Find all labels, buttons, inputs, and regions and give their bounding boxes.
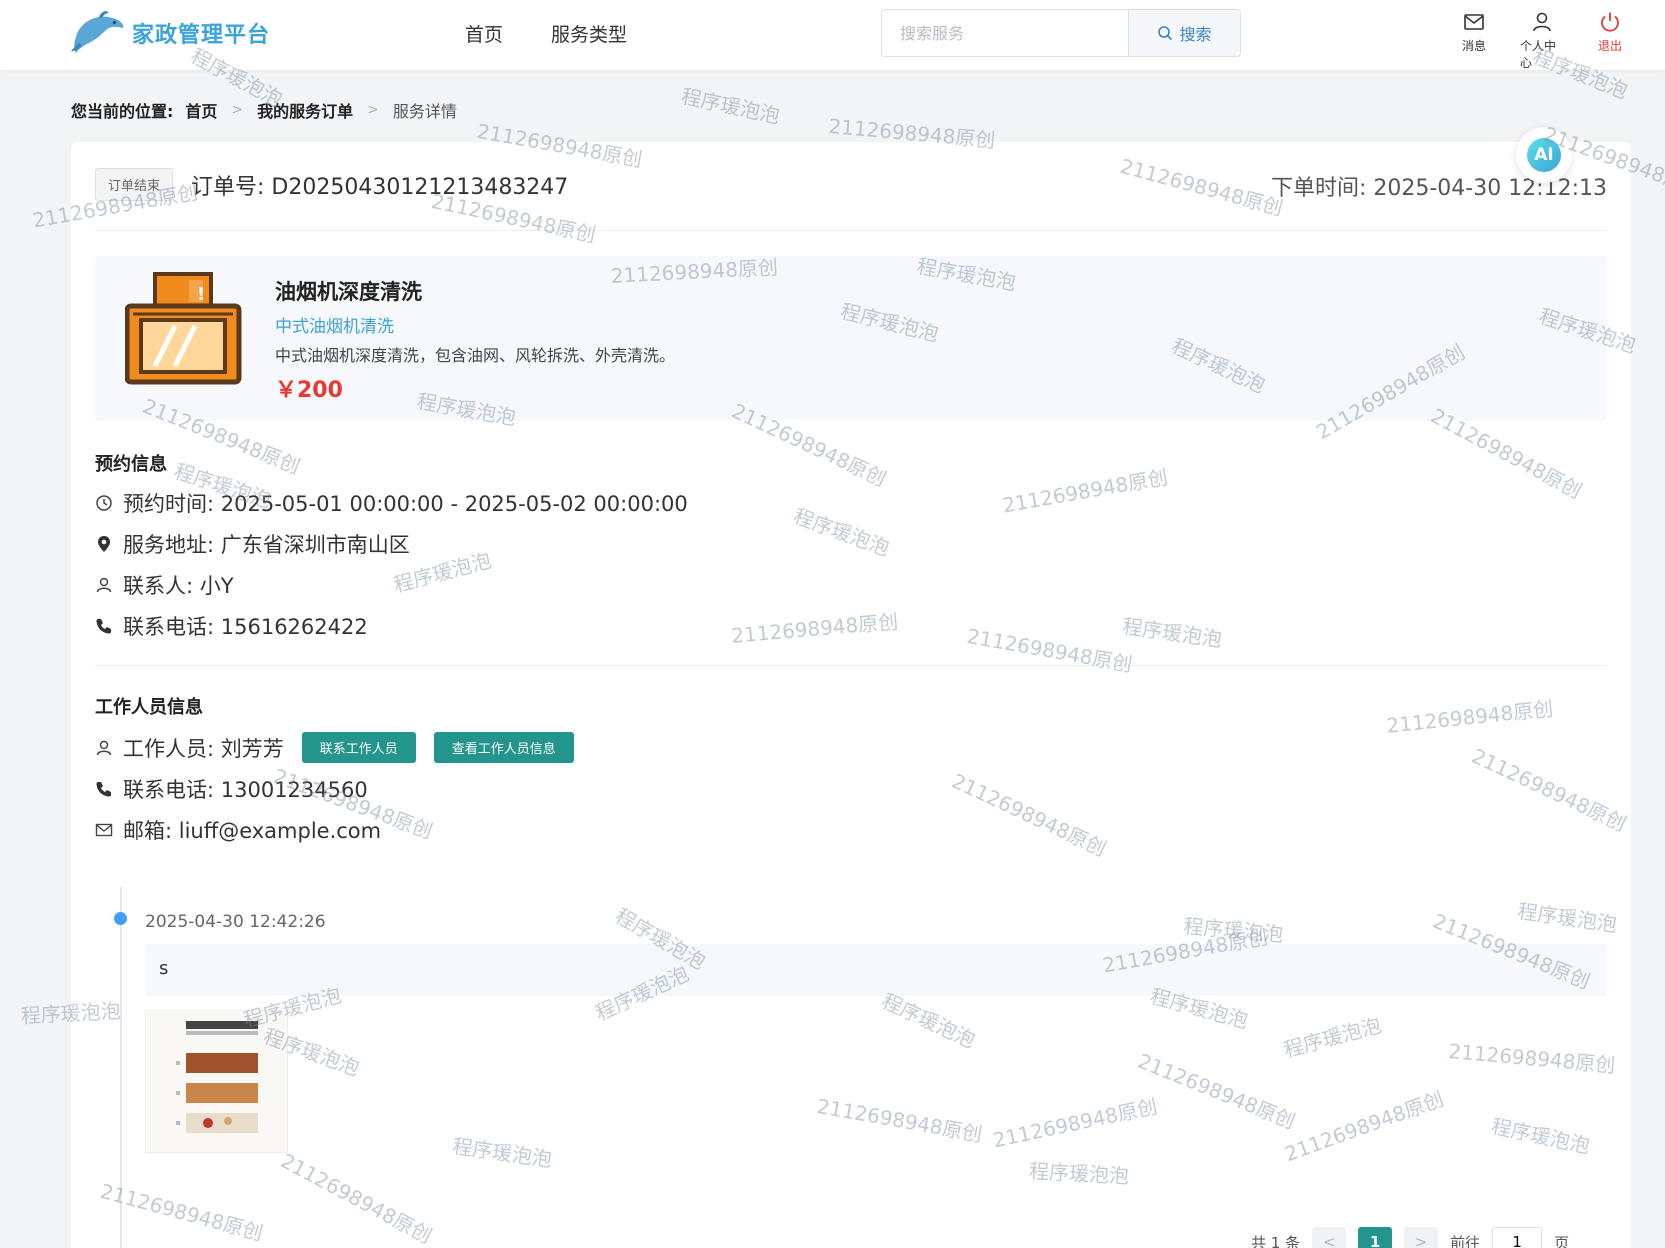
appointment-time-row: 预约时间: 2025-05-01 00:00:00 - 2025-05-02 0… <box>95 488 688 518</box>
messages-button[interactable]: 消息 <box>1452 10 1496 71</box>
service-name: 油烟机深度清洗 <box>275 280 422 304</box>
mail-icon <box>95 823 113 837</box>
webpage-thumbnail-icon <box>146 1011 287 1152</box>
worker-section-title: 工作人员信息 <box>95 697 203 718</box>
service-price: ￥200 <box>275 378 343 403</box>
contact-person: 联系人: 小Y <box>123 574 234 598</box>
ai-assistant-button[interactable]: AI <box>1516 127 1572 183</box>
worker-phone-row: 联系电话: 13001234560 <box>95 774 368 804</box>
dolphin-logo-icon <box>70 11 124 54</box>
breadcrumb: 您当前的位置: 首页 > 我的服务订单 > 服务详情 <box>71 98 457 122</box>
service-summary: ! 油烟机深度清洗 中式油烟机清洗 中式油烟机深度清洗，包含油网、风轮拆洗、外壳… <box>95 256 1607 421</box>
range-hood-image: ! <box>125 272 242 385</box>
profile-button[interactable]: 个人中心 <box>1520 10 1564 71</box>
search-button-label: 搜索 <box>1179 25 1212 44</box>
location-pin-icon <box>98 536 110 552</box>
next-page-button[interactable]: > <box>1404 1227 1439 1248</box>
pagination: 共 1 条 < 1 > 前往 页 <box>1251 1227 1569 1248</box>
timeline-content: s <box>145 944 1607 996</box>
chevron-right-icon: > <box>231 102 244 118</box>
logo-text: 家政管理平台 <box>132 23 271 48</box>
prev-page-button[interactable]: < <box>1312 1227 1347 1248</box>
main-nav: 首页 服务类型 <box>465 20 627 47</box>
order-detail-card: 订单结束 订单号: D20250430121213483247 下单时间: 20… <box>71 142 1631 1248</box>
chevron-right-icon: > <box>367 102 379 118</box>
user-icon <box>96 740 112 755</box>
contact-worker-button[interactable]: 联系工作人员 <box>301 732 416 763</box>
worker-email-row: 邮箱: liuff@example.com <box>95 815 381 845</box>
pagination-total: 共 1 条 <box>1251 1233 1301 1248</box>
breadcrumb-home[interactable]: 首页 <box>185 98 217 122</box>
worker-name-row: 工作人员: 刘芳芳 联系工作人员 查看工作人员信息 <box>95 732 574 763</box>
service-address: 服务地址: 广东省深圳市南山区 <box>123 533 410 557</box>
breadcrumb-prefix: 您当前的位置: <box>71 102 174 121</box>
user-icon <box>96 577 112 593</box>
search-icon <box>1158 26 1173 41</box>
logout-label: 退出 <box>1597 39 1622 53</box>
phone-icon <box>96 619 111 634</box>
divider <box>95 230 1607 231</box>
worker-phone: 联系电话: 13001234560 <box>123 778 368 802</box>
page-unit-label: 页 <box>1554 1233 1570 1248</box>
logout-button[interactable]: 退出 <box>1588 10 1632 71</box>
phone-icon <box>96 782 111 797</box>
profile-label: 个人中心 <box>1520 39 1557 70</box>
order-header: 订单结束 订单号: D20250430121213483247 <box>95 168 568 201</box>
mail-icon <box>1464 14 1484 30</box>
order-status-badge: 订单结束 <box>95 168 174 201</box>
appointment-time: 预约时间: 2025-05-01 00:00:00 - 2025-05-02 0… <box>123 492 688 516</box>
service-address-row: 服务地址: 广东省深圳市南山区 <box>95 529 410 559</box>
worker-name: 工作人员: 刘芳芳 <box>123 736 284 761</box>
timeline-line <box>120 887 122 1248</box>
contact-phone-row: 联系电话: 15616262422 <box>95 611 368 641</box>
nav-service-types[interactable]: 服务类型 <box>551 20 627 47</box>
goto-label: 前往 <box>1450 1233 1481 1248</box>
timeline-time: 2025-04-30 12:42:26 <box>145 912 326 932</box>
power-icon <box>1601 12 1619 32</box>
clock-icon <box>96 495 112 511</box>
divider <box>95 665 1607 666</box>
order-number: 订单号: D20250430121213483247 <box>191 174 569 200</box>
contact-person-row: 联系人: 小Y <box>95 570 234 600</box>
user-icon <box>1533 12 1551 32</box>
service-description: 中式油烟机深度清洗，包含油网、风轮拆洗、外壳清洗。 <box>275 346 676 365</box>
search-button[interactable]: 搜索 <box>1128 10 1240 56</box>
breadcrumb-current: 服务详情 <box>392 102 457 121</box>
page-button-1[interactable]: 1 <box>1358 1227 1393 1248</box>
top-header: 家政管理平台 首页 服务类型 搜索 消息 个人中心 退出 <box>0 0 1665 70</box>
nav-home[interactable]: 首页 <box>465 20 503 47</box>
contact-phone: 联系电话: 15616262422 <box>123 615 368 639</box>
ai-badge-label: AI <box>1527 138 1561 172</box>
header-actions: 消息 个人中心 退出 <box>1452 10 1632 71</box>
timeline-dot <box>114 912 127 925</box>
logo[interactable]: 家政管理平台 <box>70 8 270 58</box>
service-category-link[interactable]: 中式油烟机清洗 <box>275 312 394 337</box>
watermark: 程序瑗泡泡 <box>679 83 782 129</box>
appointment-section-title: 预约信息 <box>95 454 167 475</box>
svg-text:!: ! <box>197 284 205 305</box>
messages-label: 消息 <box>1461 39 1486 53</box>
worker-email: 邮箱: liuff@example.com <box>123 819 382 843</box>
search-input[interactable] <box>882 10 1128 56</box>
goto-page-input[interactable] <box>1492 1227 1543 1248</box>
search-box: 搜索 <box>881 9 1241 57</box>
timeline-attachment-image[interactable] <box>145 1010 288 1153</box>
breadcrumb-orders[interactable]: 我的服务订单 <box>257 98 353 122</box>
view-worker-button[interactable]: 查看工作人员信息 <box>433 732 574 763</box>
